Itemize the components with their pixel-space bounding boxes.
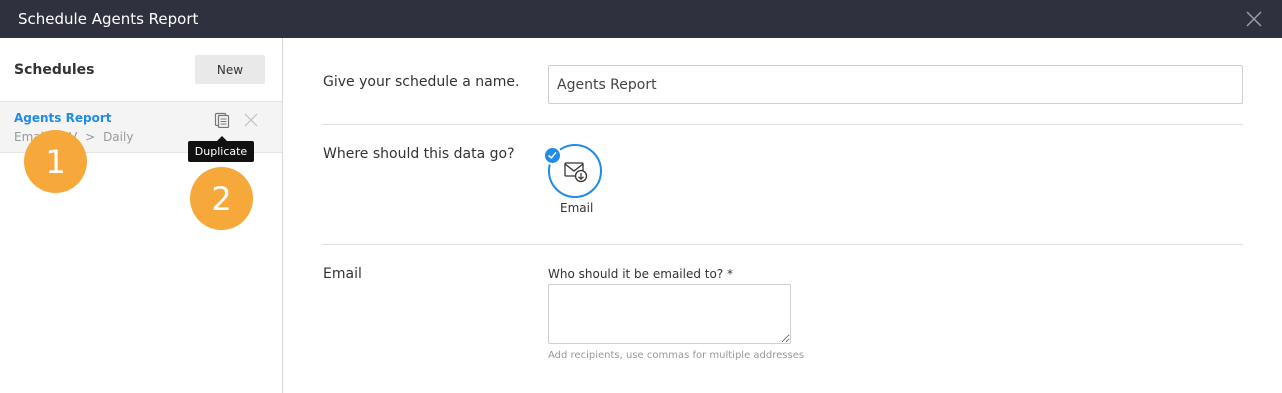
section-divider bbox=[322, 124, 1243, 125]
callout-badge-1: 1 bbox=[24, 130, 87, 193]
title-bar: Schedule Agents Report bbox=[0, 0, 1282, 38]
recipients-hint: Add recipients, use commas for multiple … bbox=[548, 350, 805, 361]
schedules-heading: Schedules bbox=[14, 62, 95, 78]
schedule-name[interactable]: Agents Report bbox=[14, 111, 111, 125]
close-icon[interactable] bbox=[1244, 9, 1264, 29]
schedule-separator: > bbox=[85, 130, 96, 144]
window-title: Schedule Agents Report bbox=[18, 10, 199, 28]
duplicate-tooltip: Duplicate bbox=[188, 136, 254, 162]
schedule-frequency: Daily bbox=[103, 130, 134, 144]
new-schedule-button[interactable]: New bbox=[195, 55, 265, 84]
delete-icon[interactable] bbox=[243, 112, 259, 128]
email-download-icon bbox=[564, 162, 588, 183]
section-divider bbox=[322, 244, 1243, 245]
schedule-name-label: Give your schedule a name. bbox=[323, 74, 520, 90]
recipients-label: Who should it be emailed to? * bbox=[548, 267, 734, 281]
destination-label: Where should this data go? bbox=[323, 146, 515, 162]
selected-check-icon bbox=[543, 146, 562, 165]
email-destination-label: Email bbox=[560, 201, 594, 215]
callout-badge-2: 2 bbox=[190, 167, 253, 230]
duplicate-icon[interactable] bbox=[214, 112, 230, 128]
email-section-label: Email bbox=[323, 266, 362, 282]
schedule-name-input[interactable] bbox=[548, 65, 1243, 104]
recipients-textarea[interactable] bbox=[548, 284, 791, 344]
